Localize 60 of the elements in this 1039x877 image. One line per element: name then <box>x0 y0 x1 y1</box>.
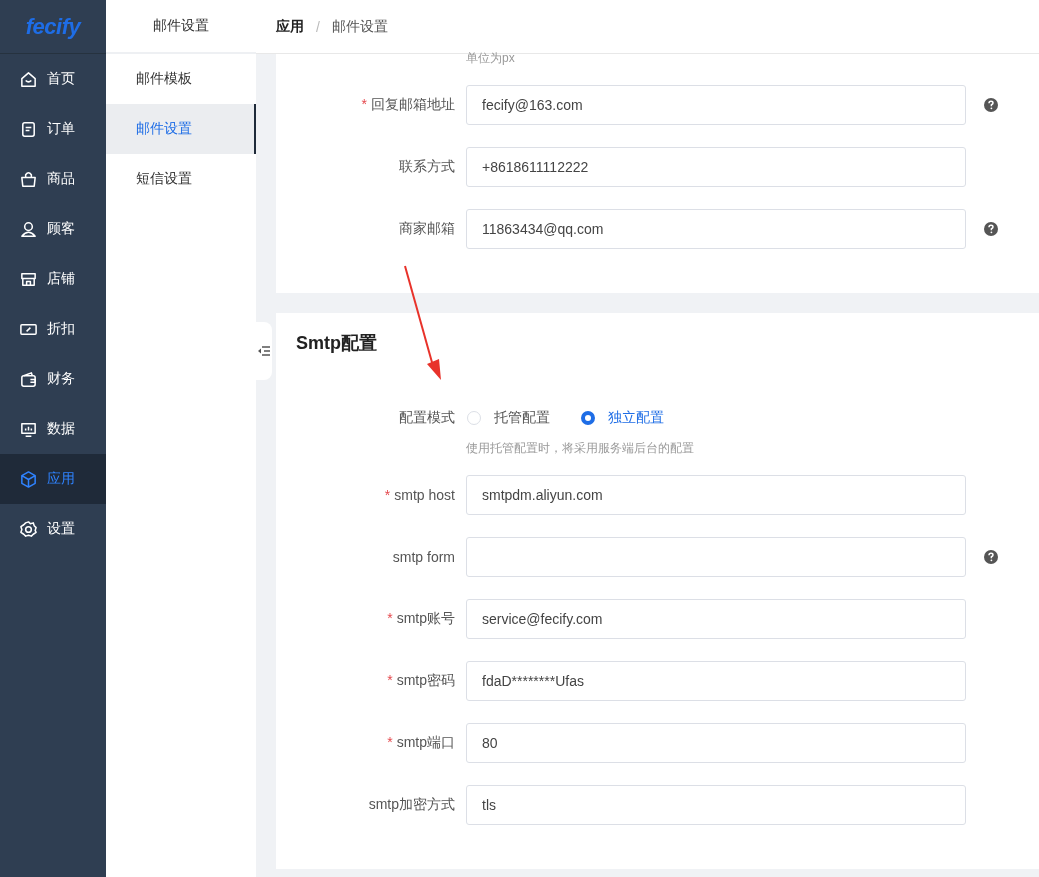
required-mark: * <box>387 672 393 688</box>
radio-option[interactable]: 托管配置 <box>466 409 550 427</box>
sidebar-item[interactable]: 设置 <box>0 504 106 554</box>
sidebar-item[interactable]: 首页 <box>0 54 106 104</box>
breadcrumb-item[interactable]: 邮件设置 <box>331 17 388 36</box>
required-mark: * <box>384 487 391 503</box>
field-label: 联系方式 <box>399 158 455 174</box>
field-label: smtp账号 <box>396 610 455 626</box>
help-icon[interactable] <box>984 550 998 564</box>
required-mark: * <box>387 734 393 750</box>
field-label: smtp form <box>392 549 455 565</box>
field-label: smtp端口 <box>396 734 455 750</box>
logo: fecify <box>25 13 81 40</box>
sidebar-item[interactable]: 顾客 <box>0 204 106 254</box>
input-field[interactable]: tls <box>466 785 966 825</box>
radio-option[interactable]: 独立配置 <box>580 409 664 427</box>
sidebar-item[interactable]: 订单 <box>0 104 106 154</box>
bag-icon <box>19 169 38 189</box>
collapse-icon <box>258 346 270 356</box>
sidebar-item[interactable]: 店铺 <box>0 254 106 304</box>
person-icon <box>19 219 38 239</box>
input-field[interactable]: service@fecify.com <box>466 599 966 639</box>
radio-button[interactable] <box>581 411 595 425</box>
input-field[interactable]: fdaD********Ufas <box>466 661 966 701</box>
box-icon <box>19 469 38 489</box>
help-icon[interactable] <box>984 222 998 236</box>
submenu-item[interactable]: 邮件模板 <box>106 54 256 104</box>
input-field[interactable]: smtpdm.aliyun.com <box>466 475 966 515</box>
field-label: 回复邮箱地址 <box>371 96 455 112</box>
help-icon[interactable] <box>984 98 998 112</box>
section-title: Smtp配置 <box>296 333 377 353</box>
submenu-title: 邮件设置 <box>153 17 209 35</box>
hint-text: 使用托管配置时，将采用服务端后台的配置 <box>466 441 695 455</box>
input-field[interactable]: 80 <box>466 723 966 763</box>
sidebar-item[interactable]: 应用 <box>0 454 106 504</box>
required-mark: * <box>361 96 367 112</box>
submenu-item[interactable]: 邮件设置 <box>106 104 256 154</box>
input-field[interactable] <box>466 537 966 577</box>
input-field[interactable]: fecify@163.com <box>466 85 966 125</box>
input-field[interactable]: +8618611112222 <box>466 147 966 187</box>
field-label: 配置模式 <box>398 409 455 427</box>
sidebar-item[interactable]: 商品 <box>0 154 106 204</box>
required-mark: * <box>387 610 393 626</box>
field-label: smtp密码 <box>396 672 455 688</box>
hint-text: 单位为px <box>466 51 516 65</box>
sidebar-item[interactable]: 财务 <box>0 354 106 404</box>
field-label: smtp加密方式 <box>368 796 455 812</box>
field-label: smtp host <box>394 487 455 503</box>
breadcrumb-separator: / <box>316 18 320 35</box>
sidebar-item[interactable]: 数据 <box>0 404 106 454</box>
settings-icon <box>19 519 38 539</box>
breadcrumb-item[interactable]: 应用 <box>276 17 304 36</box>
sidebar-item[interactable]: 折扣 <box>0 304 106 354</box>
collapse-handle[interactable] <box>256 322 272 380</box>
submenu-item[interactable]: 短信设置 <box>106 154 256 204</box>
field-label: 商家邮箱 <box>399 220 455 236</box>
document-icon <box>19 119 38 139</box>
wallet-icon <box>19 369 38 389</box>
home-icon <box>19 69 38 89</box>
input-field[interactable]: 11863434@qq.com <box>466 209 966 249</box>
